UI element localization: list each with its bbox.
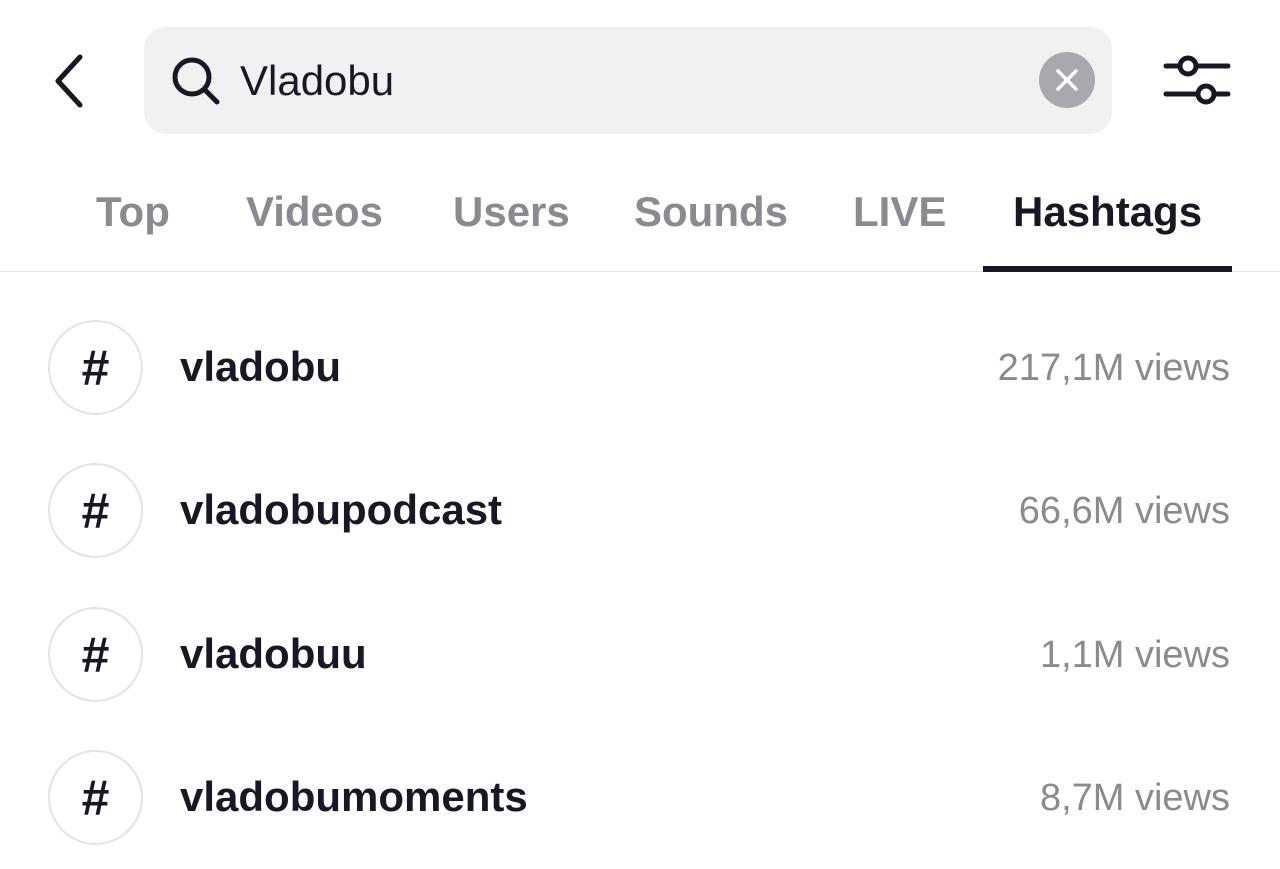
- clear-search-button[interactable]: [1039, 52, 1095, 108]
- hashtag-symbol: #: [81, 339, 110, 396]
- hashtag-row[interactable]: # vladobupodcast 66,6M views: [0, 439, 1280, 582]
- hashtag-icon: #: [48, 607, 143, 702]
- hashtag-icon: #: [48, 320, 143, 415]
- tab-sounds[interactable]: Sounds: [634, 186, 788, 246]
- hashtag-views: 217,1M views: [997, 347, 1230, 389]
- tab-hashtags[interactable]: Hashtags: [1013, 186, 1202, 246]
- back-button[interactable]: [40, 46, 100, 116]
- hashtag-views: 1,1M views: [1039, 634, 1230, 676]
- sliders-icon: [1163, 55, 1231, 105]
- hashtag-name: vladobu: [180, 343, 342, 390]
- hashtag-row[interactable]: # vladobuu 1,1M views: [0, 583, 1280, 726]
- tab-live[interactable]: LIVE: [853, 186, 946, 246]
- hashtag-views: 66,6M views: [1018, 490, 1230, 532]
- hashtag-name: vladobuu: [180, 630, 367, 677]
- close-icon: [1056, 69, 1078, 91]
- active-tab-indicator: [983, 266, 1232, 272]
- filter-button[interactable]: [1160, 50, 1234, 114]
- hashtag-views: 8,7M views: [1039, 777, 1230, 819]
- hashtag-name: vladobupodcast: [180, 486, 503, 533]
- tab-users[interactable]: Users: [453, 186, 570, 246]
- hashtag-symbol: #: [81, 626, 110, 683]
- hashtag-row[interactable]: # vladobumoments 8,7M views: [0, 726, 1280, 869]
- tab-videos[interactable]: Videos: [246, 186, 383, 246]
- hashtag-row[interactable]: # vladobu 217,1M views: [0, 296, 1280, 439]
- search-header: [0, 0, 1280, 160]
- hashtag-symbol: #: [81, 482, 110, 539]
- hashtag-icon: #: [48, 463, 143, 558]
- chevron-left-icon: [55, 54, 83, 108]
- search-tabs: Top Videos Users Sounds LIVE Hashtags: [0, 160, 1280, 272]
- tab-top[interactable]: Top: [96, 186, 170, 246]
- search-input[interactable]: [240, 47, 1020, 114]
- hashtag-name: vladobumoments: [180, 773, 528, 820]
- search-icon: [172, 57, 220, 105]
- hashtag-symbol: #: [81, 769, 110, 826]
- hashtag-icon: #: [48, 750, 143, 845]
- search-bar[interactable]: [144, 27, 1112, 134]
